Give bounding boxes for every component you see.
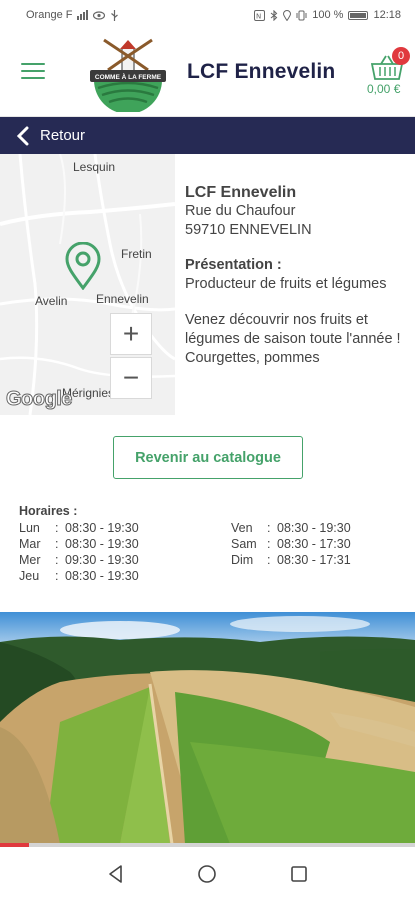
presentation-text: Producteur de fruits et légumes — [185, 276, 387, 292]
cart-count-badge: 0 — [392, 47, 410, 65]
hours-day: Mer — [19, 553, 41, 567]
nfc-icon: N — [254, 9, 266, 21]
hours-time: 08:30 - 19:30 — [277, 521, 351, 535]
clock: 12:18 — [373, 9, 401, 21]
location-icon — [283, 9, 292, 21]
hours-row: Mer:09:30 - 19:30 — [19, 553, 139, 567]
hours-right-column: Ven:08:30 - 19:30 Sam:08:30 - 17:30 Dim:… — [231, 520, 351, 568]
hours-day: Lun — [19, 521, 40, 535]
cart-total: 0,00 € — [367, 82, 401, 96]
svg-text:N: N — [256, 12, 261, 20]
hours-row: Lun:08:30 - 19:30 — [19, 521, 139, 535]
hours-time: 08:30 - 17:31 — [277, 553, 351, 567]
hours-row: Sam:08:30 - 17:30 — [231, 537, 351, 551]
shop-city: 59710 ENNEVELIN — [185, 222, 312, 238]
hours-row: Jeu:08:30 - 19:30 — [19, 569, 139, 583]
hours-day: Ven — [231, 521, 253, 535]
hours-time: 08:30 - 17:30 — [277, 537, 351, 551]
map-label-fretin: Fretin — [121, 247, 152, 261]
menu-icon[interactable] — [21, 63, 45, 83]
back-to-catalog-button[interactable]: Revenir au catalogue — [113, 436, 303, 479]
hours-time: 08:30 - 19:30 — [65, 537, 139, 551]
hours-left-column: Lun:08:30 - 19:30 Mar:08:30 - 19:30 Mer:… — [19, 520, 139, 584]
map-pin-icon[interactable] — [65, 242, 101, 290]
nav-home-icon[interactable] — [193, 860, 221, 888]
status-left: Orange F — [26, 9, 119, 21]
cart-button[interactable]: 0 0,00 € — [366, 47, 410, 110]
zoom-in-button[interactable]: + — [110, 313, 152, 355]
hours-day: Jeu — [19, 569, 40, 583]
hours-day: Dim — [231, 553, 254, 567]
logo-text: COMME À LA FERME — [95, 72, 162, 81]
app-header: COMME À LA FERME LCF Ennevelin 0 0,00 € — [0, 30, 415, 117]
signal-icon — [77, 10, 89, 20]
hours-time: 08:30 - 19:30 — [65, 569, 139, 583]
hours-row: Dim:08:30 - 17:31 — [231, 553, 351, 567]
map-label-ennevelin: Ennevelin — [96, 292, 149, 306]
carrier-label: Orange F — [26, 9, 73, 21]
hours-title: Horaires : — [19, 504, 78, 518]
hours-day: Sam — [231, 537, 257, 551]
battery-percent: 100 % — [312, 9, 344, 21]
google-attribution[interactable]: Google — [6, 388, 73, 411]
map[interactable]: Lesquin Fretin Avelin Ennevelin Mérignie… — [0, 154, 175, 415]
shop-street: Rue du Chaufour — [185, 203, 296, 219]
map-label-lesquin: Lesquin — [73, 160, 116, 174]
presentation-title: Présentation : — [185, 257, 282, 273]
usb-icon — [111, 9, 119, 21]
hours-day: Mar — [19, 537, 41, 551]
shop-info: LCF Ennevelin Rue du Chaufour 59710 ENNE… — [185, 183, 410, 405]
map-label-avelin: Avelin — [35, 294, 68, 308]
back-button[interactable]: Retour — [0, 117, 415, 154]
system-nav-bar — [0, 847, 415, 900]
hours-row: Mar:08:30 - 19:30 — [19, 537, 139, 551]
chevron-left-icon — [16, 126, 29, 145]
eye-icon — [93, 10, 106, 20]
shop-description: Venez découvrir nos fruits et légumes de… — [185, 312, 401, 366]
bluetooth-icon — [270, 9, 278, 21]
shop-logo[interactable]: COMME À LA FERME — [84, 34, 172, 112]
hours-time: 08:30 - 19:30 — [65, 521, 139, 535]
farm-photo[interactable] — [0, 612, 415, 844]
battery-icon — [348, 10, 369, 20]
hours-row: Ven:08:30 - 19:30 — [231, 521, 351, 535]
nav-back-icon[interactable] — [102, 860, 130, 888]
shop-name: LCF Ennevelin — [185, 184, 297, 201]
back-label: Retour — [40, 127, 86, 144]
nav-recents-icon[interactable] — [285, 860, 313, 888]
status-bar: Orange F N 100 % 12:18 — [0, 0, 415, 30]
hours-time: 09:30 - 19:30 — [65, 553, 139, 567]
status-right: N 100 % 12:18 — [254, 9, 401, 21]
shop-title: LCF Ennevelin — [187, 60, 336, 83]
vibrate-icon — [296, 10, 307, 20]
zoom-out-button[interactable]: − — [110, 357, 152, 399]
